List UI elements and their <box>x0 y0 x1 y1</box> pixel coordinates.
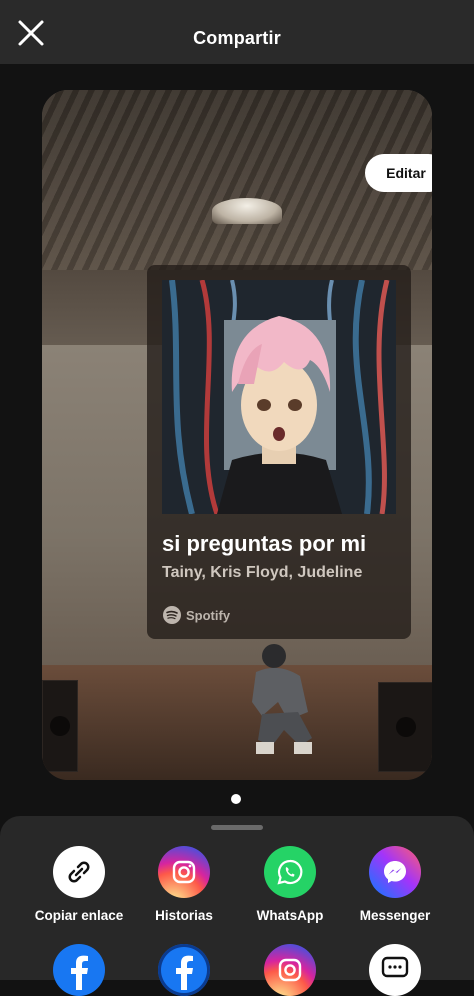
share-instagram-stories[interactable]: Historias <box>131 846 237 923</box>
share-messages[interactable] <box>369 944 421 996</box>
background-floor <box>42 665 432 780</box>
album-cover-art <box>162 280 396 514</box>
share-copy-link[interactable]: Copiar enlace <box>26 846 132 923</box>
facebook-icon <box>71 955 88 990</box>
share-whatsapp[interactable]: WhatsApp <box>237 846 343 923</box>
share-facebook-stories[interactable] <box>158 944 210 996</box>
speaker-left <box>42 680 78 772</box>
link-icon <box>53 846 105 898</box>
messenger-icon <box>369 846 421 898</box>
instagram-icon <box>158 846 210 898</box>
spotify-brand: Spotify <box>162 605 230 625</box>
album-cover <box>162 280 396 514</box>
facebook-icon <box>176 955 193 990</box>
top-bar: Compartir <box>0 0 474 64</box>
share-instagram[interactable] <box>264 944 316 996</box>
edit-button[interactable]: Editar <box>365 154 432 192</box>
speaker-right <box>378 682 432 772</box>
background-light <box>212 198 282 224</box>
spotify-icon <box>163 606 181 624</box>
share-messenger[interactable]: Messenger <box>342 846 448 923</box>
share-label-messenger: Messenger <box>359 908 431 923</box>
instagram-icon <box>278 958 302 982</box>
page-title: Compartir <box>193 28 281 48</box>
share-label-whatsapp: WhatsApp <box>256 908 324 923</box>
messages-icon <box>381 956 409 978</box>
share-label-stories: Historias <box>155 908 213 923</box>
spotify-wordmark: Spotify <box>186 607 231 623</box>
share-sheet: Copiar enlace Historias WhatsApp Messeng… <box>0 816 474 996</box>
song-card: si preguntas por mi Tainy, Kris Floyd, J… <box>147 265 411 639</box>
share-label-copy-link: Copiar enlace <box>34 908 124 923</box>
song-artists: Tainy, Kris Floyd, Judeline <box>162 564 363 581</box>
story-preview-background[interactable]: si preguntas por mi Tainy, Kris Floyd, J… <box>42 90 432 780</box>
song-title: si preguntas por mi <box>162 531 367 556</box>
whatsapp-icon <box>264 846 316 898</box>
share-facebook[interactable] <box>53 944 105 996</box>
sheet-drag-handle[interactable] <box>211 825 263 830</box>
share-preview-area: si preguntas por mi Tainy, Kris Floyd, J… <box>0 64 474 816</box>
page-indicator-dot <box>231 794 241 804</box>
crouching-person <box>252 644 312 754</box>
